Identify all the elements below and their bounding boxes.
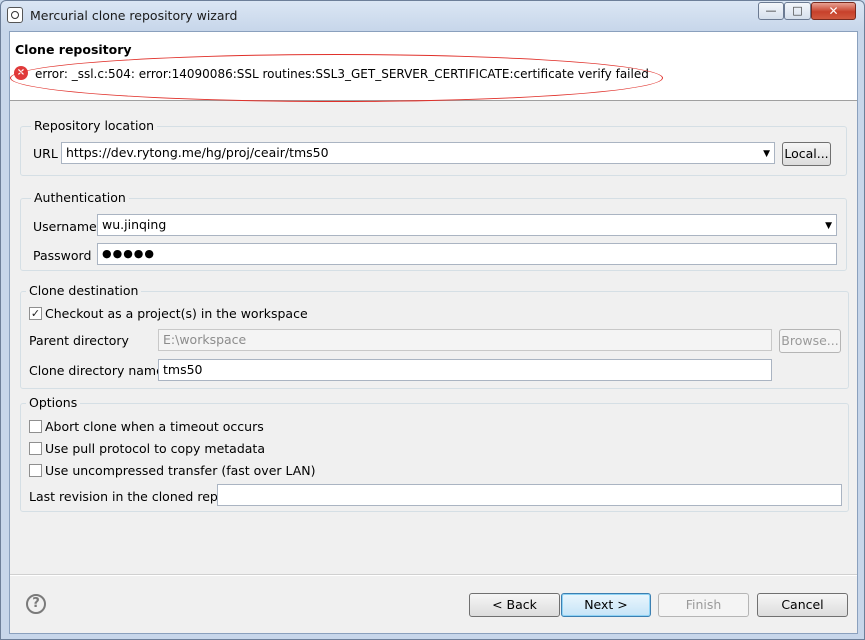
clone-directory-name-label: Clone directory name (29, 363, 164, 378)
clone-destination-legend: Clone destination (26, 283, 142, 298)
browse-button[interactable]: Browse... (779, 329, 841, 353)
maximize-button[interactable]: □ (784, 2, 811, 20)
page-title: Clone repository (15, 42, 132, 57)
uncompressed-transfer-label: Use uncompressed transfer (fast over LAN… (45, 463, 316, 478)
options-group: Options Abort clone when a timeout occur… (20, 395, 849, 512)
authentication-group: Authentication Username wu.jinqing ▼ Pas… (20, 190, 847, 271)
help-icon[interactable]: ? (26, 594, 46, 614)
error-message: error: _ssl.c:504: error:14090086:SSL ro… (35, 67, 649, 81)
parent-directory-label: Parent directory (29, 333, 129, 348)
repository-location-group: Repository location URL https://dev.ryto… (20, 118, 847, 176)
chevron-down-icon[interactable]: ▼ (763, 144, 770, 164)
local-button[interactable]: Local... (782, 142, 831, 166)
repository-location-legend: Repository location (31, 118, 158, 133)
checkout-label: Checkout as a project(s) in the workspac… (45, 306, 308, 321)
username-combo[interactable]: wu.jinqing ▼ (97, 214, 837, 236)
next-button[interactable]: Next > (561, 593, 651, 617)
wizard-window: Mercurial clone repository wizard — □ ✕ … (0, 0, 865, 640)
cancel-button[interactable]: Cancel (757, 593, 848, 617)
clone-destination-group: Clone destination ✓ Checkout as a projec… (20, 283, 849, 389)
parent-directory-field[interactable]: E:\workspace (158, 329, 772, 351)
back-button[interactable]: < Back (469, 593, 560, 617)
footer-separator (10, 574, 857, 576)
close-button[interactable]: ✕ (811, 2, 856, 20)
checkout-checkbox[interactable]: ✓ (29, 307, 42, 320)
pull-protocol-label: Use pull protocol to copy metadata (45, 441, 265, 456)
pull-protocol-checkbox[interactable] (29, 442, 42, 455)
dialog-client-area: Clone repository × error: _ssl.c:504: er… (9, 31, 858, 634)
error-icon: × (14, 66, 28, 80)
authentication-legend: Authentication (31, 190, 129, 205)
url-label: URL (33, 146, 58, 161)
mercurial-app-icon[interactable] (7, 7, 23, 23)
password-field[interactable]: ●●●●● (97, 243, 837, 265)
abort-timeout-checkbox[interactable] (29, 420, 42, 433)
wizard-banner: Clone repository × error: _ssl.c:504: er… (10, 32, 857, 102)
url-combo[interactable]: https://dev.rytong.me/hg/proj/ceair/tms5… (61, 142, 775, 164)
clone-directory-name-field[interactable]: tms50 (158, 359, 772, 381)
abort-timeout-label: Abort clone when a timeout occurs (45, 419, 264, 434)
title-bar: Mercurial clone repository wizard — □ ✕ (1, 1, 864, 29)
last-revision-label: Last revision in the cloned repo (29, 489, 226, 504)
username-value: wu.jinqing (102, 217, 167, 232)
minimize-button[interactable]: — (758, 2, 784, 20)
username-label: Username (33, 219, 97, 234)
last-revision-field[interactable] (217, 484, 842, 506)
password-label: Password (33, 248, 92, 263)
url-value: https://dev.rytong.me/hg/proj/ceair/tms5… (66, 145, 329, 160)
chevron-down-icon[interactable]: ▼ (825, 216, 832, 236)
finish-button[interactable]: Finish (658, 593, 749, 617)
options-legend: Options (26, 395, 81, 410)
window-title: Mercurial clone repository wizard (30, 8, 238, 23)
uncompressed-transfer-checkbox[interactable] (29, 464, 42, 477)
